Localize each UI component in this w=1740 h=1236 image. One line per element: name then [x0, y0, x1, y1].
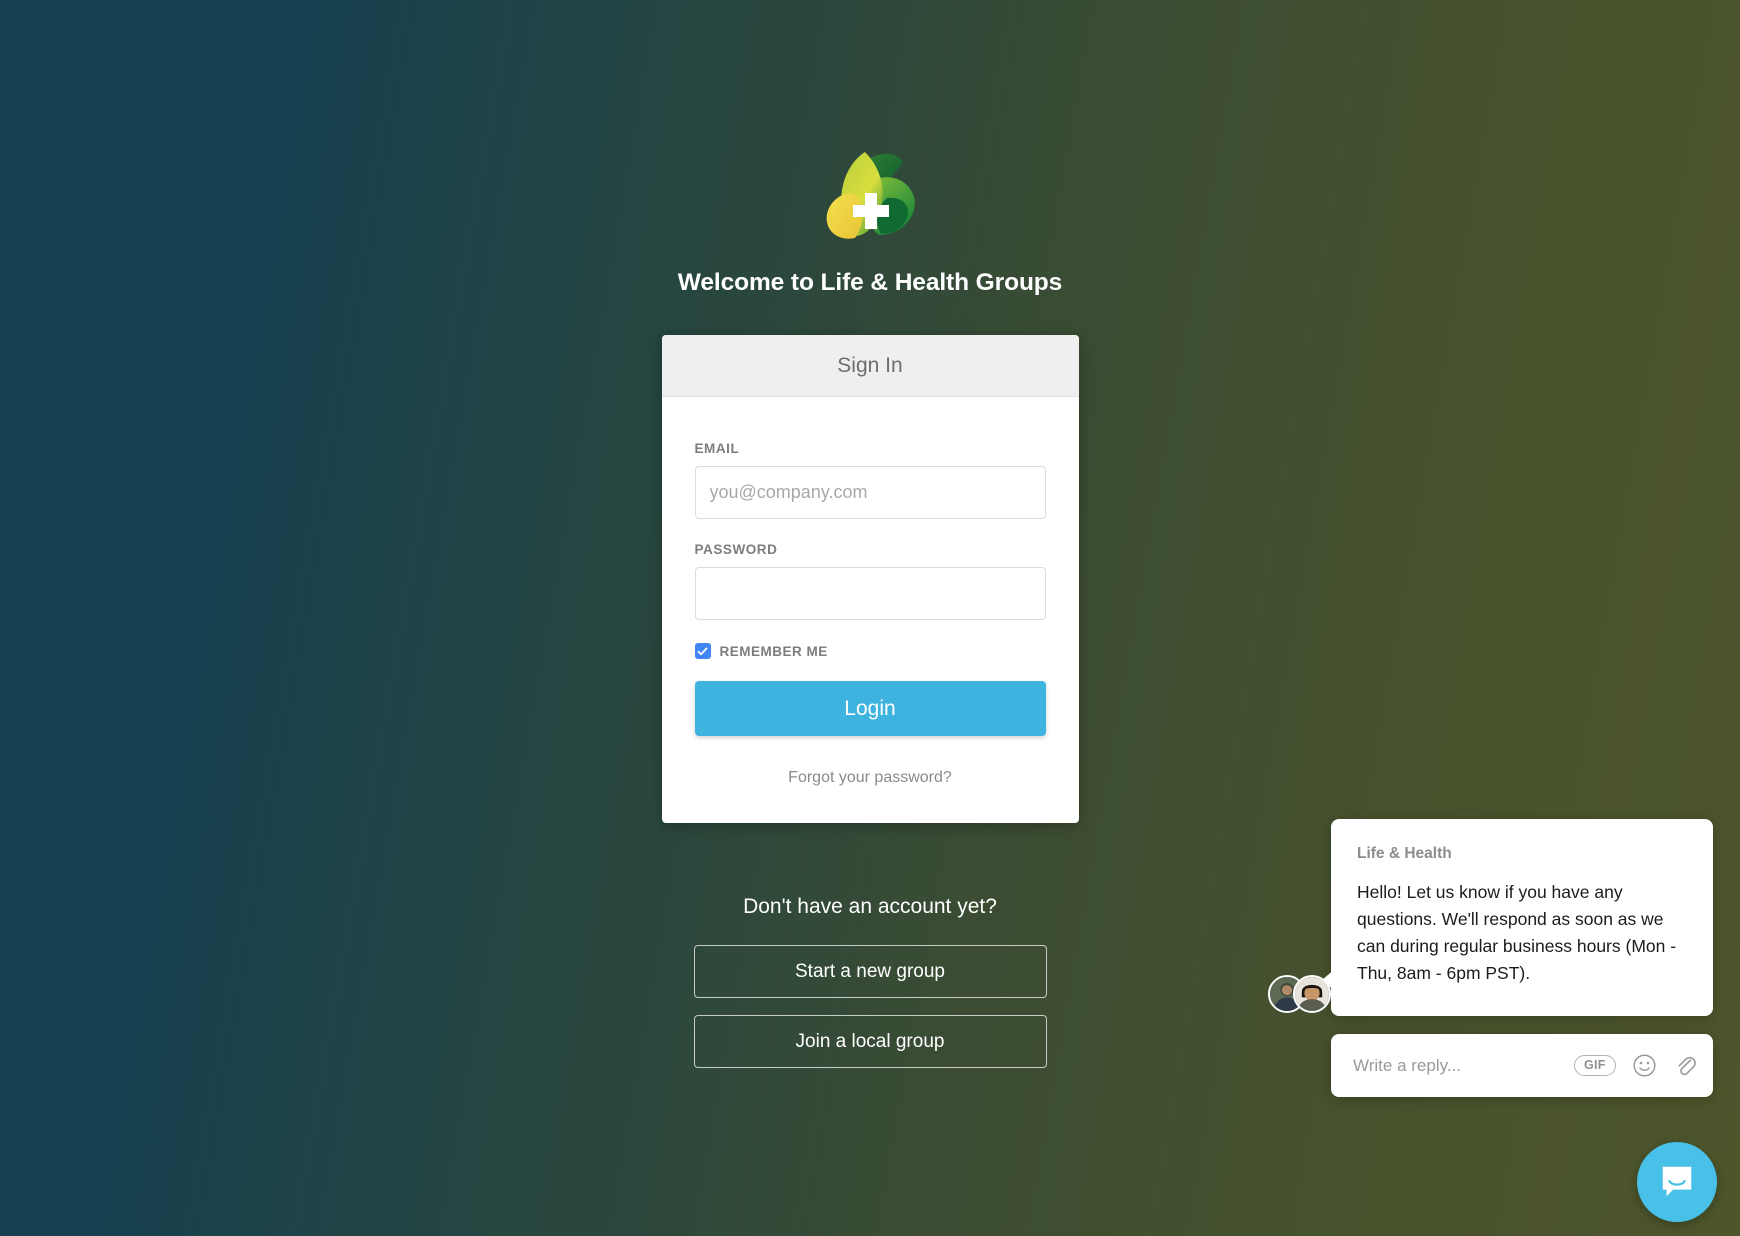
email-input[interactable]: [694, 466, 1046, 519]
signin-title: Sign In: [837, 353, 903, 377]
chat-bubble-icon: [1662, 1166, 1692, 1197]
signin-card-body: EMAIL PASSWORD REMEMBER ME Login Forgot …: [662, 397, 1079, 823]
email-label: EMAIL: [694, 441, 740, 456]
password-label: PASSWORD: [694, 542, 778, 557]
gif-button[interactable]: GIF: [1574, 1054, 1616, 1077]
email-field-block: EMAIL: [694, 441, 1046, 519]
leaf-cross-logo: [815, 140, 925, 245]
agent-avatar-2: [1293, 975, 1331, 1013]
paperclip-icon[interactable]: [1673, 1053, 1698, 1078]
login-column: Welcome to Life & Health Groups Sign In …: [610, 0, 1130, 1068]
smiley-icon[interactable]: [1632, 1053, 1657, 1078]
forgot-password-link[interactable]: Forgot your password?: [695, 769, 1046, 787]
start-new-group-button[interactable]: Start a new group: [693, 945, 1047, 998]
password-input[interactable]: [694, 567, 1046, 620]
intercom-launcher-button[interactable]: [1637, 1142, 1717, 1222]
remember-me-checkbox[interactable]: [694, 643, 711, 659]
intercom-message-card[interactable]: Life & Health Hello! Let us know if you …: [1331, 819, 1713, 1016]
login-button[interactable]: Login: [694, 681, 1046, 736]
password-field-block: PASSWORD: [694, 542, 1046, 620]
signin-card-header: Sign In: [661, 335, 1079, 397]
signup-question: Don't have an account yet?: [743, 895, 997, 918]
signin-card: Sign In EMAIL PASSWORD REMEMBER ME Login: [661, 335, 1079, 823]
message-body: Hello! Let us know if you have any quest…: [1357, 882, 1677, 984]
check-icon: [697, 647, 708, 655]
agent-avatars: [1268, 975, 1331, 1013]
page-title: Welcome to Life & Health Groups: [677, 269, 1063, 296]
message-sender: Life & Health: [1357, 845, 1452, 862]
remember-me-row[interactable]: REMEMBER ME: [694, 643, 1046, 659]
join-local-group-button[interactable]: Join a local group: [693, 1015, 1047, 1068]
remember-me-label: REMEMBER ME: [719, 643, 828, 659]
intercom-reply-bar[interactable]: GIF: [1331, 1034, 1713, 1097]
reply-input[interactable]: [1353, 1055, 1574, 1076]
